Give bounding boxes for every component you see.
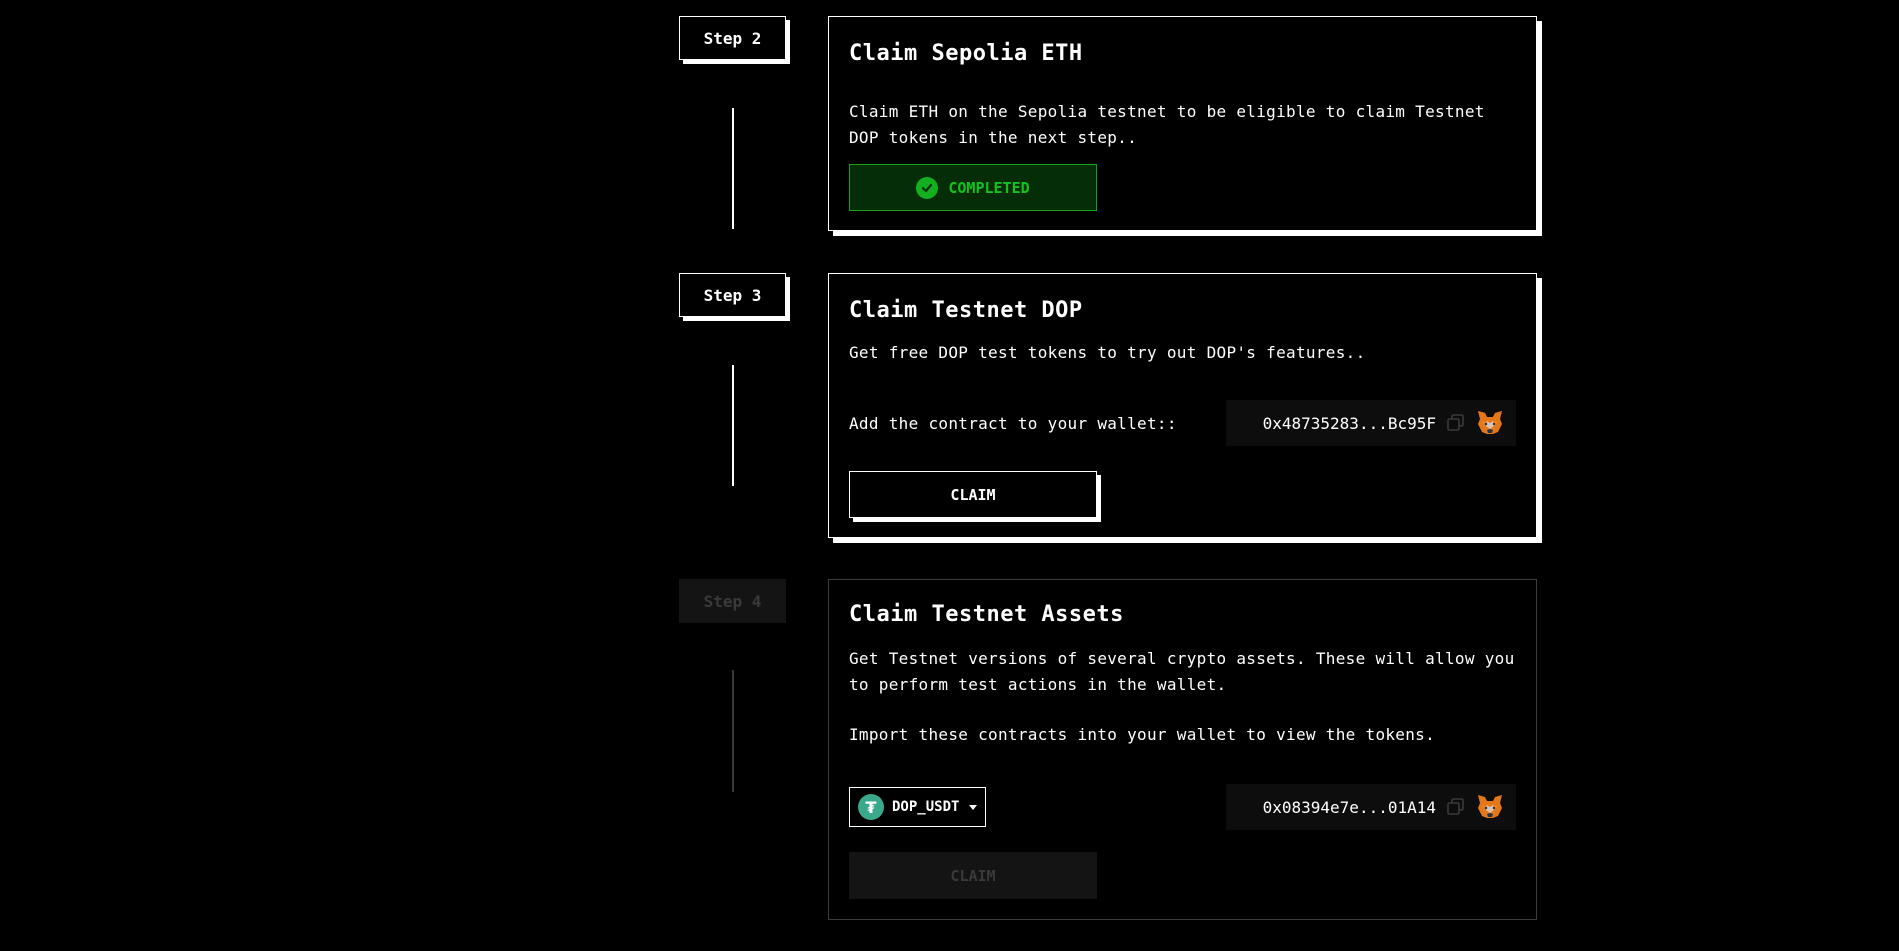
metamask-fox-icon[interactable] — [1476, 794, 1504, 820]
asset-address: 0x08394e7e...01A14 — [1262, 797, 1436, 817]
step-4-claim-button[interactable]: CLAIM — [849, 852, 1097, 899]
token-select[interactable]: ₮ DOP_USDT — [849, 787, 987, 827]
completed-status-badge: COMPLETED — [849, 164, 1097, 211]
step-3-claim-button[interactable]: CLAIM — [849, 471, 1097, 518]
caret-down-icon — [969, 804, 978, 810]
step-3-tag: Step 3 — [679, 273, 786, 317]
contract-row: Add the contract to your wallet:: 0x4873… — [849, 400, 1516, 446]
asset-row: ₮ DOP_USDT 0x08394e7e...01A14 — [849, 784, 1516, 830]
step-2-tag: Step 2 — [679, 16, 786, 60]
step-3-card: Claim Testnet DOP Get free DOP test toke… — [828, 273, 1537, 538]
step-3-tag-label: Step 3 — [703, 285, 762, 305]
contract-address-box: 0x48735283...Bc95F — [1226, 400, 1516, 446]
asset-address-box: 0x08394e7e...01A14 — [1226, 784, 1516, 830]
check-circle-icon — [916, 176, 939, 199]
claim-steps-page: Step 2 Claim Sepolia ETH Claim ETH on th… — [0, 0, 1899, 951]
step-2-description: Claim ETH on the Sepolia testnet to be e… — [849, 102, 1485, 147]
step-2-tag-label: Step 2 — [703, 28, 762, 48]
step-4-description: Get Testnet versions of several crypto a… — [849, 649, 1515, 694]
step-2-card: Claim Sepolia ETH Claim ETH on the Sepol… — [828, 16, 1537, 231]
contract-label: Add the contract to your wallet:: — [849, 413, 1177, 433]
step-4-title: Claim Testnet Assets — [849, 602, 1124, 627]
copy-icon[interactable] — [1446, 413, 1466, 433]
token-select-value: DOP_USDT — [892, 799, 960, 815]
step-3-description: Get free DOP test tokens to try out DOP'… — [849, 343, 1366, 362]
copy-icon[interactable] — [1446, 797, 1466, 817]
step-4-import-note: Import these contracts into your wallet … — [849, 725, 1436, 744]
step-4-connector — [732, 670, 734, 792]
contract-address: 0x48735283...Bc95F — [1262, 413, 1436, 433]
step-2-title: Claim Sepolia ETH — [849, 41, 1083, 66]
step-4-tag: Step 4 — [679, 579, 786, 623]
completed-status-label: COMPLETED — [948, 178, 1030, 197]
step-4-card: Claim Testnet Assets Get Testnet version… — [828, 579, 1537, 920]
step-2-connector — [732, 108, 734, 229]
step-3-connector — [732, 365, 734, 486]
step-3-title: Claim Testnet DOP — [849, 298, 1083, 323]
step-4-tag-label: Step 4 — [703, 591, 762, 611]
tether-icon: ₮ — [858, 794, 884, 820]
metamask-fox-icon[interactable] — [1476, 410, 1504, 436]
